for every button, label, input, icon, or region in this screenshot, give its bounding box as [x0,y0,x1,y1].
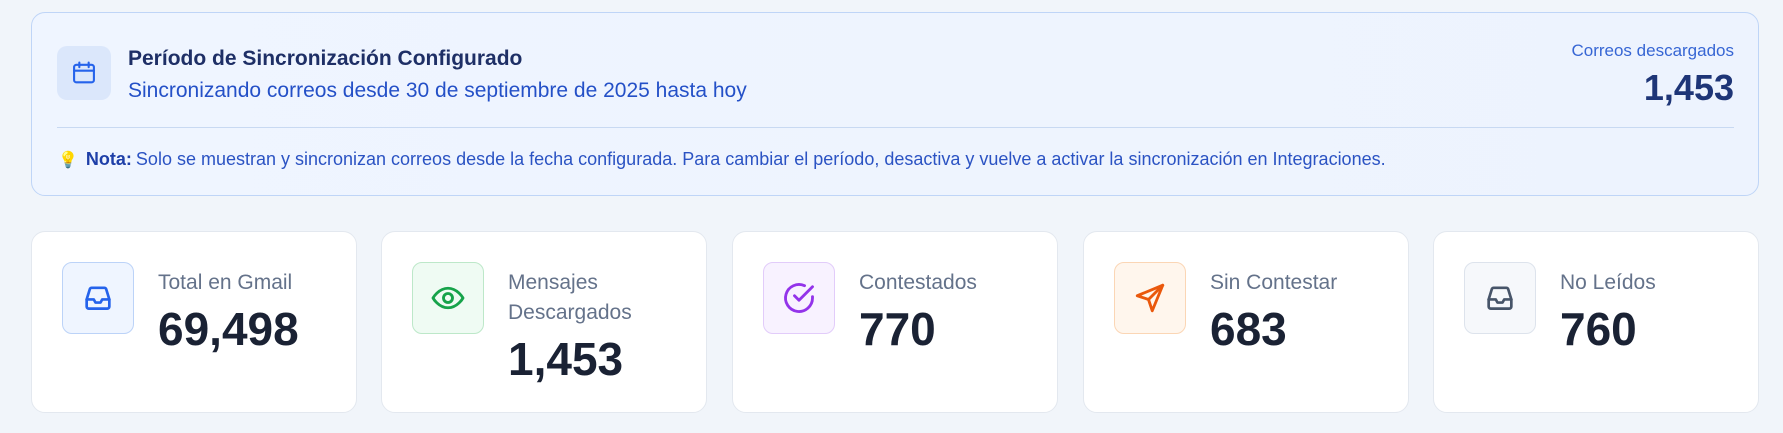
sync-title: Período de Sincronización Configurado [128,47,523,70]
eye-icon [412,262,484,334]
send-icon [1114,262,1186,334]
check-circle-icon [763,262,835,334]
stat-value: 770 [859,303,936,355]
lightbulb-icon: 💡 [58,152,78,169]
calendar-icon [57,46,111,100]
sync-note: 💡 Nota: Solo se muestran y sincronizan cor… [58,149,1386,170]
stat-value: 1,453 [508,333,624,385]
stat-value: 69,498 [158,303,299,355]
stat-label: Total en Gmail [158,271,293,294]
stat-label: Contestados [859,271,977,294]
stat-card-unanswered: Sin Contestar 683 [1083,231,1409,413]
note-text: Solo se muestran y sincronizan correos d… [135,149,1386,169]
downloaded-label: Correos descargados [1571,41,1734,60]
stat-card-unread: No Leídos 760 [1433,231,1759,413]
inbox-icon [62,262,134,334]
inbox-icon [1464,262,1536,334]
stat-label: Mensajes Descargados [508,271,632,324]
divider [57,127,1734,128]
stat-label: No Leídos [1560,271,1656,294]
downloaded-count: 1,453 [1643,67,1734,108]
stat-value: 760 [1560,303,1637,355]
note-label: Nota: [85,149,132,169]
stat-card-total-gmail: Total en Gmail 69,498 [31,231,357,413]
stat-label: Sin Contestar [1210,271,1338,294]
sync-period-banner: Período de Sincronización Configurado Si… [31,12,1759,196]
sync-subtitle: Sincronizando correos desde 30 de septie… [128,79,747,102]
stat-value: 683 [1210,303,1287,355]
stat-card-downloaded: Mensajes Descargados 1,453 [381,231,707,413]
stat-card-answered: Contestados 770 [732,231,1058,413]
